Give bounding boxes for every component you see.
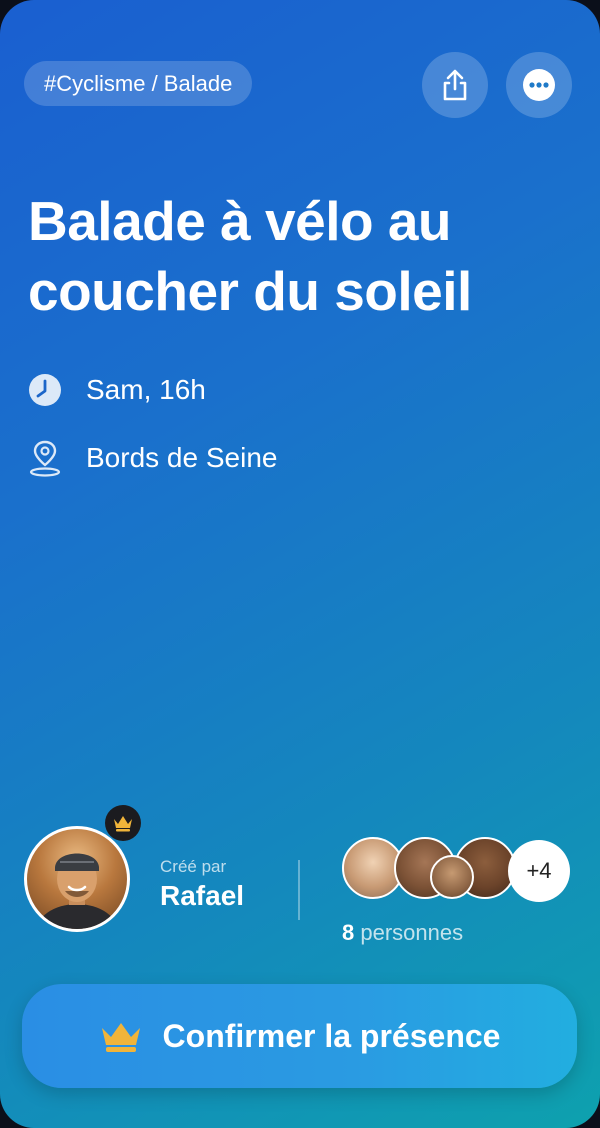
event-time: Sam, 16h xyxy=(86,374,206,405)
event-card: #Cyclisme / Balade Balade à vélo au couc… xyxy=(0,0,600,1128)
event-place: Bords de Seine xyxy=(86,442,278,473)
more-attendees-count[interactable]: +4 xyxy=(508,840,570,902)
attendee-count-label: personnes xyxy=(354,920,464,945)
event-place-row: Bords de Seine xyxy=(26,438,277,478)
more-icon xyxy=(523,69,555,101)
crown-icon xyxy=(99,1019,143,1053)
creator-crown-badge xyxy=(105,805,141,841)
share-button[interactable] xyxy=(422,52,488,118)
creator-photo xyxy=(35,853,119,929)
attendee-avatar[interactable] xyxy=(430,855,474,899)
share-icon xyxy=(443,69,467,101)
location-pin-icon xyxy=(26,439,64,477)
confirm-attendance-button[interactable]: Confirmer la présence xyxy=(22,984,577,1088)
confirm-attendance-label: Confirmer la présence xyxy=(162,1017,501,1054)
divider xyxy=(298,860,300,920)
event-title-line-1: Balade à vélo au xyxy=(28,190,452,252)
crown-icon xyxy=(114,816,132,832)
event-title: Balade à vélo au coucher du soleil xyxy=(28,186,568,326)
event-time-row: Sam, 16h xyxy=(26,370,206,410)
category-tag[interactable]: #Cyclisme / Balade xyxy=(24,61,253,106)
clock-icon xyxy=(26,371,64,409)
more-options-button[interactable] xyxy=(506,52,572,118)
attendee-count: 8 personnes xyxy=(342,920,463,946)
created-by-label: Créé par xyxy=(160,857,227,876)
attendee-count-number: 8 xyxy=(342,920,355,945)
creator-name[interactable]: Rafael xyxy=(160,880,244,912)
creator-avatar[interactable] xyxy=(24,826,130,932)
event-title-line-2: coucher du soleil xyxy=(28,260,472,322)
